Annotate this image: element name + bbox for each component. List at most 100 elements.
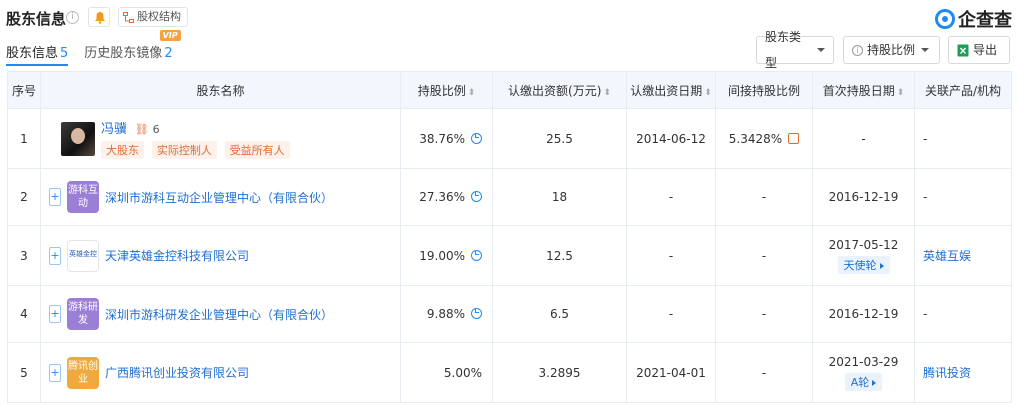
date-cell: 2021-04-01: [626, 342, 716, 403]
ratio-value: 27.36%: [419, 190, 465, 204]
col-first-date[interactable]: 首次持股日期 ⬍: [812, 71, 915, 109]
penetration-icon[interactable]: [788, 132, 800, 144]
company-logo: 游科互动: [67, 181, 99, 213]
row-index: 5: [7, 342, 41, 403]
indirect-cell: -: [715, 168, 813, 226]
shareholder-name-link[interactable]: 天津英雄金控科技有限公司: [105, 247, 249, 264]
ratio-value: 5.00%: [443, 365, 482, 380]
expand-button[interactable]: +: [49, 188, 61, 206]
section-header: 股东信息 i 股权结构 企查查: [0, 0, 1024, 36]
sort-icon: ⬍: [603, 87, 611, 98]
expand-button[interactable]: +: [49, 305, 61, 323]
info-icon: i: [852, 44, 863, 56]
avatar[interactable]: [61, 121, 95, 156]
first-date-cell: -: [812, 108, 915, 169]
amount-cell: 25.5: [492, 108, 627, 169]
product-link[interactable]: 英雄互娱: [923, 249, 971, 263]
tab-label: 历史股东镜像: [84, 46, 163, 61]
ratio-cell: 27.36%: [400, 168, 493, 226]
col-first-date-label: 首次持股日期: [822, 83, 895, 98]
shareholder-cell: 冯骥 ⛓ 6 大股东 实际控制人 受益所有人: [40, 108, 401, 169]
first-date-value: 2021-03-29: [828, 354, 899, 369]
amount-cell: 18: [492, 168, 627, 226]
indirect-cell: -: [715, 285, 813, 343]
related-company-icon[interactable]: ⛓: [135, 123, 149, 136]
chevron-right-icon: [879, 262, 884, 269]
monitor-bell-button[interactable]: [88, 7, 110, 27]
ratio-chart-icon[interactable]: [471, 308, 482, 319]
ratio-cell: 9.88%: [400, 285, 493, 343]
col-amount[interactable]: 认缴出资额(万元) ⬍: [492, 71, 627, 109]
shareholder-tabs: 股东信息 5 历史股东镜像 2 VIP: [6, 30, 181, 66]
company-logo-text: 游科互动: [68, 185, 98, 209]
table-row: 2 + 游科互动 深圳市游科互动企业管理中心（有限合伙） 27.36% 18 -…: [7, 168, 1012, 226]
bell-icon: [95, 12, 105, 24]
col-product: 关联产品/机构: [914, 71, 1012, 109]
holding-ratio-label: 持股比例: [867, 43, 916, 57]
info-icon[interactable]: i: [66, 11, 79, 24]
ratio-cell: 38.76%: [400, 108, 493, 169]
export-label: 导出: [973, 43, 998, 57]
tag-actual-controller: 实际控制人: [151, 141, 217, 159]
date-cell: -: [626, 225, 716, 286]
sort-icon: ⬍: [467, 87, 476, 98]
table-header-row: 序号 股东名称 持股比例 ⬍ 认缴出资额(万元) ⬍ 认缴出资日期 ⬍ 间接持股比例 …: [7, 71, 1012, 109]
product-cell: 腾讯投资: [914, 342, 1012, 403]
first-date-cell: 2016-12-19: [812, 168, 915, 226]
col-date[interactable]: 认缴出资日期 ⬍: [626, 71, 716, 109]
tab-count: 5: [60, 46, 69, 61]
chevron-down-icon: [817, 48, 825, 52]
company-logo: 游科研发: [67, 298, 99, 330]
shareholder-name-link[interactable]: 广西腾讯创业投资有限公司: [105, 364, 249, 381]
company-logo: 腾讯创业: [67, 356, 99, 389]
row-index: 2: [7, 168, 41, 226]
expand-button[interactable]: +: [49, 246, 61, 265]
tab-count: 2: [164, 46, 173, 61]
ratio-value: 9.88%: [426, 307, 465, 321]
vip-badge: VIP: [159, 30, 181, 41]
col-ratio[interactable]: 持股比例 ⬍: [400, 71, 493, 109]
indirect-cell: -: [715, 225, 813, 286]
shareholder-name-link[interactable]: 冯骥: [101, 122, 127, 137]
section-title: 股东信息: [6, 10, 67, 28]
shareholder-type-dropdown[interactable]: 股东类型: [756, 30, 834, 70]
tag-beneficial-owner: 受益所有人: [224, 141, 290, 159]
tab-shareholder-info[interactable]: 股东信息 5: [6, 42, 69, 66]
sort-icon: ⬍: [704, 87, 712, 98]
shareholder-cell: + 腾讯创业 广西腾讯创业投资有限公司: [40, 342, 401, 403]
row-index: 3: [7, 225, 41, 286]
export-button[interactable]: 导出: [948, 36, 1010, 64]
funding-round-badge[interactable]: A轮: [844, 372, 883, 391]
first-date-value: 2017-05-12: [828, 237, 899, 252]
ratio-chart-icon[interactable]: [471, 191, 482, 202]
date-cell: -: [626, 285, 716, 343]
shareholder-cell: + 游科研发 深圳市游科研发企业管理中心（有限合伙）: [40, 285, 401, 343]
col-amount-label: 认缴出资额(万元): [508, 83, 602, 98]
company-logo-text: 腾讯创业: [68, 360, 98, 385]
amount-cell: 12.5: [492, 225, 627, 286]
holding-ratio-dropdown[interactable]: i 持股比例: [843, 36, 940, 64]
indirect-value: 5.3428%: [728, 131, 783, 146]
excel-icon: [957, 44, 969, 56]
qichacha-logo: 企查查: [935, 6, 1012, 32]
amount-cell: 6.5: [492, 285, 627, 343]
chevron-right-icon: [872, 379, 877, 386]
date-cell: 2014-06-12: [626, 108, 716, 169]
date-cell: -: [626, 168, 716, 226]
sort-icon: ⬍: [896, 87, 905, 98]
qichacha-logo-icon: [935, 9, 955, 29]
expand-button[interactable]: +: [49, 363, 61, 382]
equity-structure-button[interactable]: 股权结构: [118, 7, 188, 27]
shareholder-name-link[interactable]: 深圳市游科研发企业管理中心（有限合伙）: [105, 306, 333, 323]
ratio-chart-icon[interactable]: [471, 249, 482, 261]
company-logo: 英雄金控: [67, 239, 99, 272]
col-shareholder-name: 股东名称: [40, 71, 401, 109]
tab-history-shareholders[interactable]: 历史股东镜像 2 VIP: [84, 30, 181, 66]
amount-cell: 3.2895: [492, 342, 627, 403]
funding-round-badge[interactable]: 天使轮: [837, 255, 890, 274]
product-link[interactable]: 腾讯投资: [923, 366, 971, 380]
ratio-chart-icon[interactable]: [471, 132, 482, 144]
related-count: 6: [152, 123, 160, 136]
company-logo-text: 游科研发: [68, 302, 98, 326]
shareholder-name-link[interactable]: 深圳市游科互动企业管理中心（有限合伙）: [105, 189, 333, 206]
